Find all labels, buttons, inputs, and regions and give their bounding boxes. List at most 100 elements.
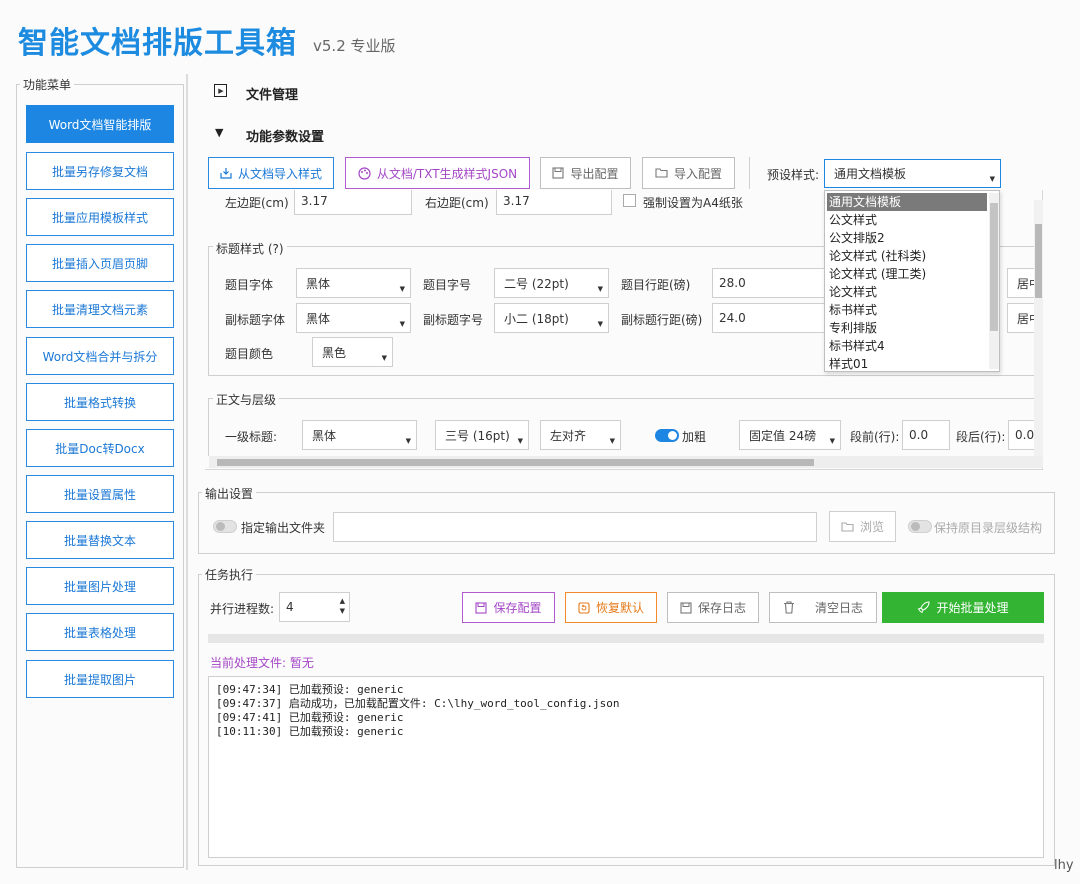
force-a4-checkbox[interactable] — [623, 194, 636, 207]
log-line: [09:47:34] 已加载预设: generic — [216, 683, 404, 696]
log-line: [09:47:37] 启动成功，已加载配置文件: C:\lhy_word_too… — [216, 697, 620, 710]
save-log-button[interactable]: 保存日志 — [667, 592, 759, 623]
title-color-select[interactable]: 黑色 ▼ — [312, 337, 393, 367]
sidebar-item-doc-to-docx[interactable]: 批量Doc转Docx — [26, 429, 174, 467]
preset-option[interactable]: 公文样式 — [827, 211, 987, 229]
sidebar-item-save-repair[interactable]: 批量另存修复文档 — [26, 152, 174, 190]
sidebar-item-merge-split[interactable]: Word文档合并与拆分 — [26, 337, 174, 375]
browse-button[interactable]: 浏览 — [829, 511, 896, 542]
save-log-label: 保存日志 — [697, 601, 746, 615]
folder-icon — [655, 168, 668, 178]
title-font-value: 黑体 — [306, 276, 331, 291]
preset-option[interactable]: 公文排版2 — [827, 229, 987, 247]
preset-option[interactable]: 标书样式 — [827, 301, 987, 319]
keep-structure-toggle[interactable] — [908, 520, 932, 533]
vertical-scrollbar[interactable] — [1034, 200, 1043, 456]
h1-align-value: 左对齐 — [550, 428, 587, 443]
h1-size-select[interactable]: 三号 (16pt) ▼ — [435, 420, 529, 450]
clear-log-button[interactable]: 清空日志 — [769, 592, 877, 623]
specify-folder-toggle[interactable] — [213, 520, 237, 533]
chevron-down-icon: ▼ — [829, 437, 835, 445]
sidebar-divider — [186, 74, 188, 870]
horizontal-scrollbar[interactable] — [209, 456, 1043, 468]
section-params[interactable]: 功能参数设置 — [246, 126, 324, 145]
log-line: [09:47:41] 已加载预设: generic — [216, 711, 404, 724]
preset-option[interactable]: 专利排版 — [827, 319, 987, 337]
start-batch-button[interactable]: 开始批量处理 — [882, 592, 1044, 623]
toolbar-divider — [749, 157, 750, 189]
preset-option[interactable]: 论文样式 (理工类) — [827, 265, 987, 283]
title-color-label: 题目颜色 — [225, 347, 274, 361]
gen-json-button[interactable]: 从文档/TXT生成样式JSON — [345, 157, 530, 189]
expand-icon[interactable]: ▶ — [214, 84, 227, 97]
import-style-button[interactable]: 从文档导入样式 — [208, 157, 334, 189]
current-file-label: 当前处理文件: 暂无 — [210, 656, 314, 670]
preset-label: 预设样式: — [767, 168, 820, 182]
sidebar-item-table-process[interactable]: 批量表格处理 — [26, 613, 174, 651]
preset-option[interactable]: 标书样式4 — [827, 337, 987, 355]
output-folder-input[interactable] — [333, 512, 817, 542]
bold-toggle[interactable] — [655, 429, 679, 442]
title-size-select[interactable]: 二号 (22pt) ▼ — [494, 268, 609, 298]
sidebar-item-extract-images[interactable]: 批量提取图片 — [26, 660, 174, 698]
sidebar-item-word-layout[interactable]: Word文档智能排版 — [26, 105, 174, 143]
left-margin-input[interactable]: 3.17 — [294, 190, 412, 215]
preset-option[interactable]: 样式01 — [827, 355, 987, 373]
preset-option[interactable]: 通用文档模板 — [827, 193, 987, 211]
log-output[interactable]: [09:47:34] 已加载预设: generic [09:47:37] 启动成功… — [208, 676, 1044, 858]
sidebar-item-image-process[interactable]: 批量图片处理 — [26, 567, 174, 605]
chevron-down-icon: ▼ — [399, 320, 405, 328]
subtitle-font-select[interactable]: 黑体 ▼ — [296, 303, 411, 333]
h1-font-select[interactable]: 黑体 ▼ — [302, 420, 417, 450]
gen-json-label: 从文档/TXT生成样式JSON — [376, 166, 518, 181]
import-config-button[interactable]: 导入配置 — [642, 157, 735, 189]
import-style-label: 从文档导入样式 — [237, 166, 322, 181]
preset-select[interactable]: 通用文档模板 ▼ — [824, 159, 1001, 188]
title-spacing-input[interactable]: 28.0 — [712, 268, 827, 298]
right-margin-input[interactable]: 3.17 — [496, 190, 612, 215]
task-group-label: 任务执行 — [202, 566, 257, 583]
preset-select-value: 通用文档模板 — [834, 167, 907, 181]
vertical-scroll-thumb[interactable] — [1035, 224, 1042, 298]
parallel-spinbox[interactable]: 4 ▲ ▼ — [279, 592, 350, 622]
chevron-down-icon: ▼ — [381, 354, 387, 362]
log-line: [10:11:30] 已加载预设: generic — [216, 725, 404, 738]
h1-align-select[interactable]: 左对齐 ▼ — [540, 420, 621, 450]
palette-icon — [358, 166, 371, 180]
right-margin-label: 右边距(cm) — [425, 196, 489, 210]
restore-icon — [578, 601, 590, 614]
h1-size-value: 三号 (16pt) — [445, 428, 510, 443]
after-label: 段后(行): — [956, 430, 1006, 444]
title-font-select[interactable]: 黑体 ▼ — [296, 268, 411, 298]
subtitle-spacing-input[interactable]: 24.0 — [712, 303, 827, 333]
sidebar-item-replace-text[interactable]: 批量替换文本 — [26, 521, 174, 559]
restore-default-button[interactable]: 恢复默认 — [565, 592, 657, 623]
export-config-button[interactable]: 导出配置 — [540, 157, 631, 189]
trash-icon — [783, 601, 794, 614]
sidebar-item-clean-elements[interactable]: 批量清理文档元素 — [26, 290, 174, 328]
import-config-label: 导入配置 — [673, 166, 722, 181]
chevron-down-icon: ▼ — [609, 437, 615, 445]
h1-line-spacing-select[interactable]: 固定值 24磅 ▼ — [739, 420, 841, 450]
chevron-down-icon: ▼ — [989, 175, 995, 183]
preset-option[interactable]: 论文样式 — [827, 283, 987, 301]
save-config-button[interactable]: 保存配置 — [462, 592, 555, 623]
section-file-management[interactable]: 文件管理 — [246, 84, 298, 103]
subtitle-size-select[interactable]: 小二 (18pt) ▼ — [494, 303, 609, 333]
app-title: 智能文档排版工具箱 — [18, 26, 297, 61]
restore-default-label: 恢复默认 — [595, 601, 644, 615]
start-batch-label: 开始批量处理 — [936, 601, 1009, 615]
preset-option[interactable]: 论文样式 (社科类) — [827, 247, 987, 265]
preset-dropdown-list[interactable]: 通用文档模板 公文样式 公文排版2 论文样式 (社科类) 论文样式 (理工类) … — [824, 190, 1000, 372]
sidebar-item-header-footer[interactable]: 批量插入页眉页脚 — [26, 244, 174, 282]
sidebar-item-set-properties[interactable]: 批量设置属性 — [26, 475, 174, 513]
before-input[interactable]: 0.0 — [902, 420, 950, 450]
dropdown-scroll-thumb[interactable] — [990, 203, 998, 331]
sidebar-item-apply-template[interactable]: 批量应用模板样式 — [26, 198, 174, 236]
sidebar-item-format-convert[interactable]: 批量格式转换 — [26, 383, 174, 421]
dropdown-scrollbar[interactable] — [989, 193, 999, 369]
horizontal-scroll-thumb[interactable] — [217, 459, 814, 466]
subtitle-size-label: 副标题字号 — [423, 313, 484, 327]
collapse-icon[interactable]: ▼ — [215, 126, 223, 139]
spin-arrows-icon[interactable]: ▲ ▼ — [340, 596, 345, 616]
